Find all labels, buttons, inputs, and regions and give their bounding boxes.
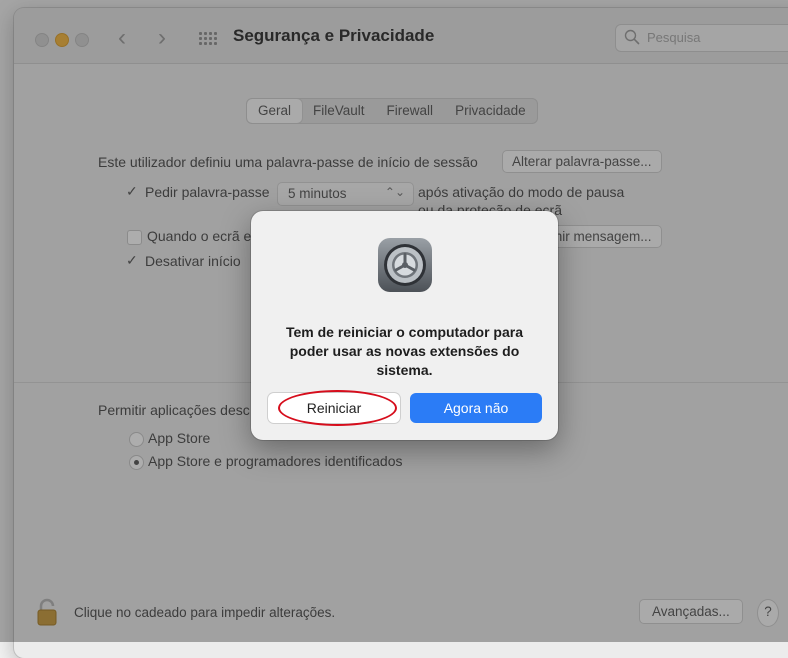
system-preferences-gear-icon	[378, 238, 432, 292]
highlight-annotation-ring	[278, 390, 397, 426]
restart-required-dialog: Tem de reiniciar o computador para poder…	[251, 211, 558, 440]
dialog-message: Tem de reiniciar o computador para poder…	[285, 324, 524, 378]
not-now-button[interactable]: Agora não	[410, 393, 542, 423]
